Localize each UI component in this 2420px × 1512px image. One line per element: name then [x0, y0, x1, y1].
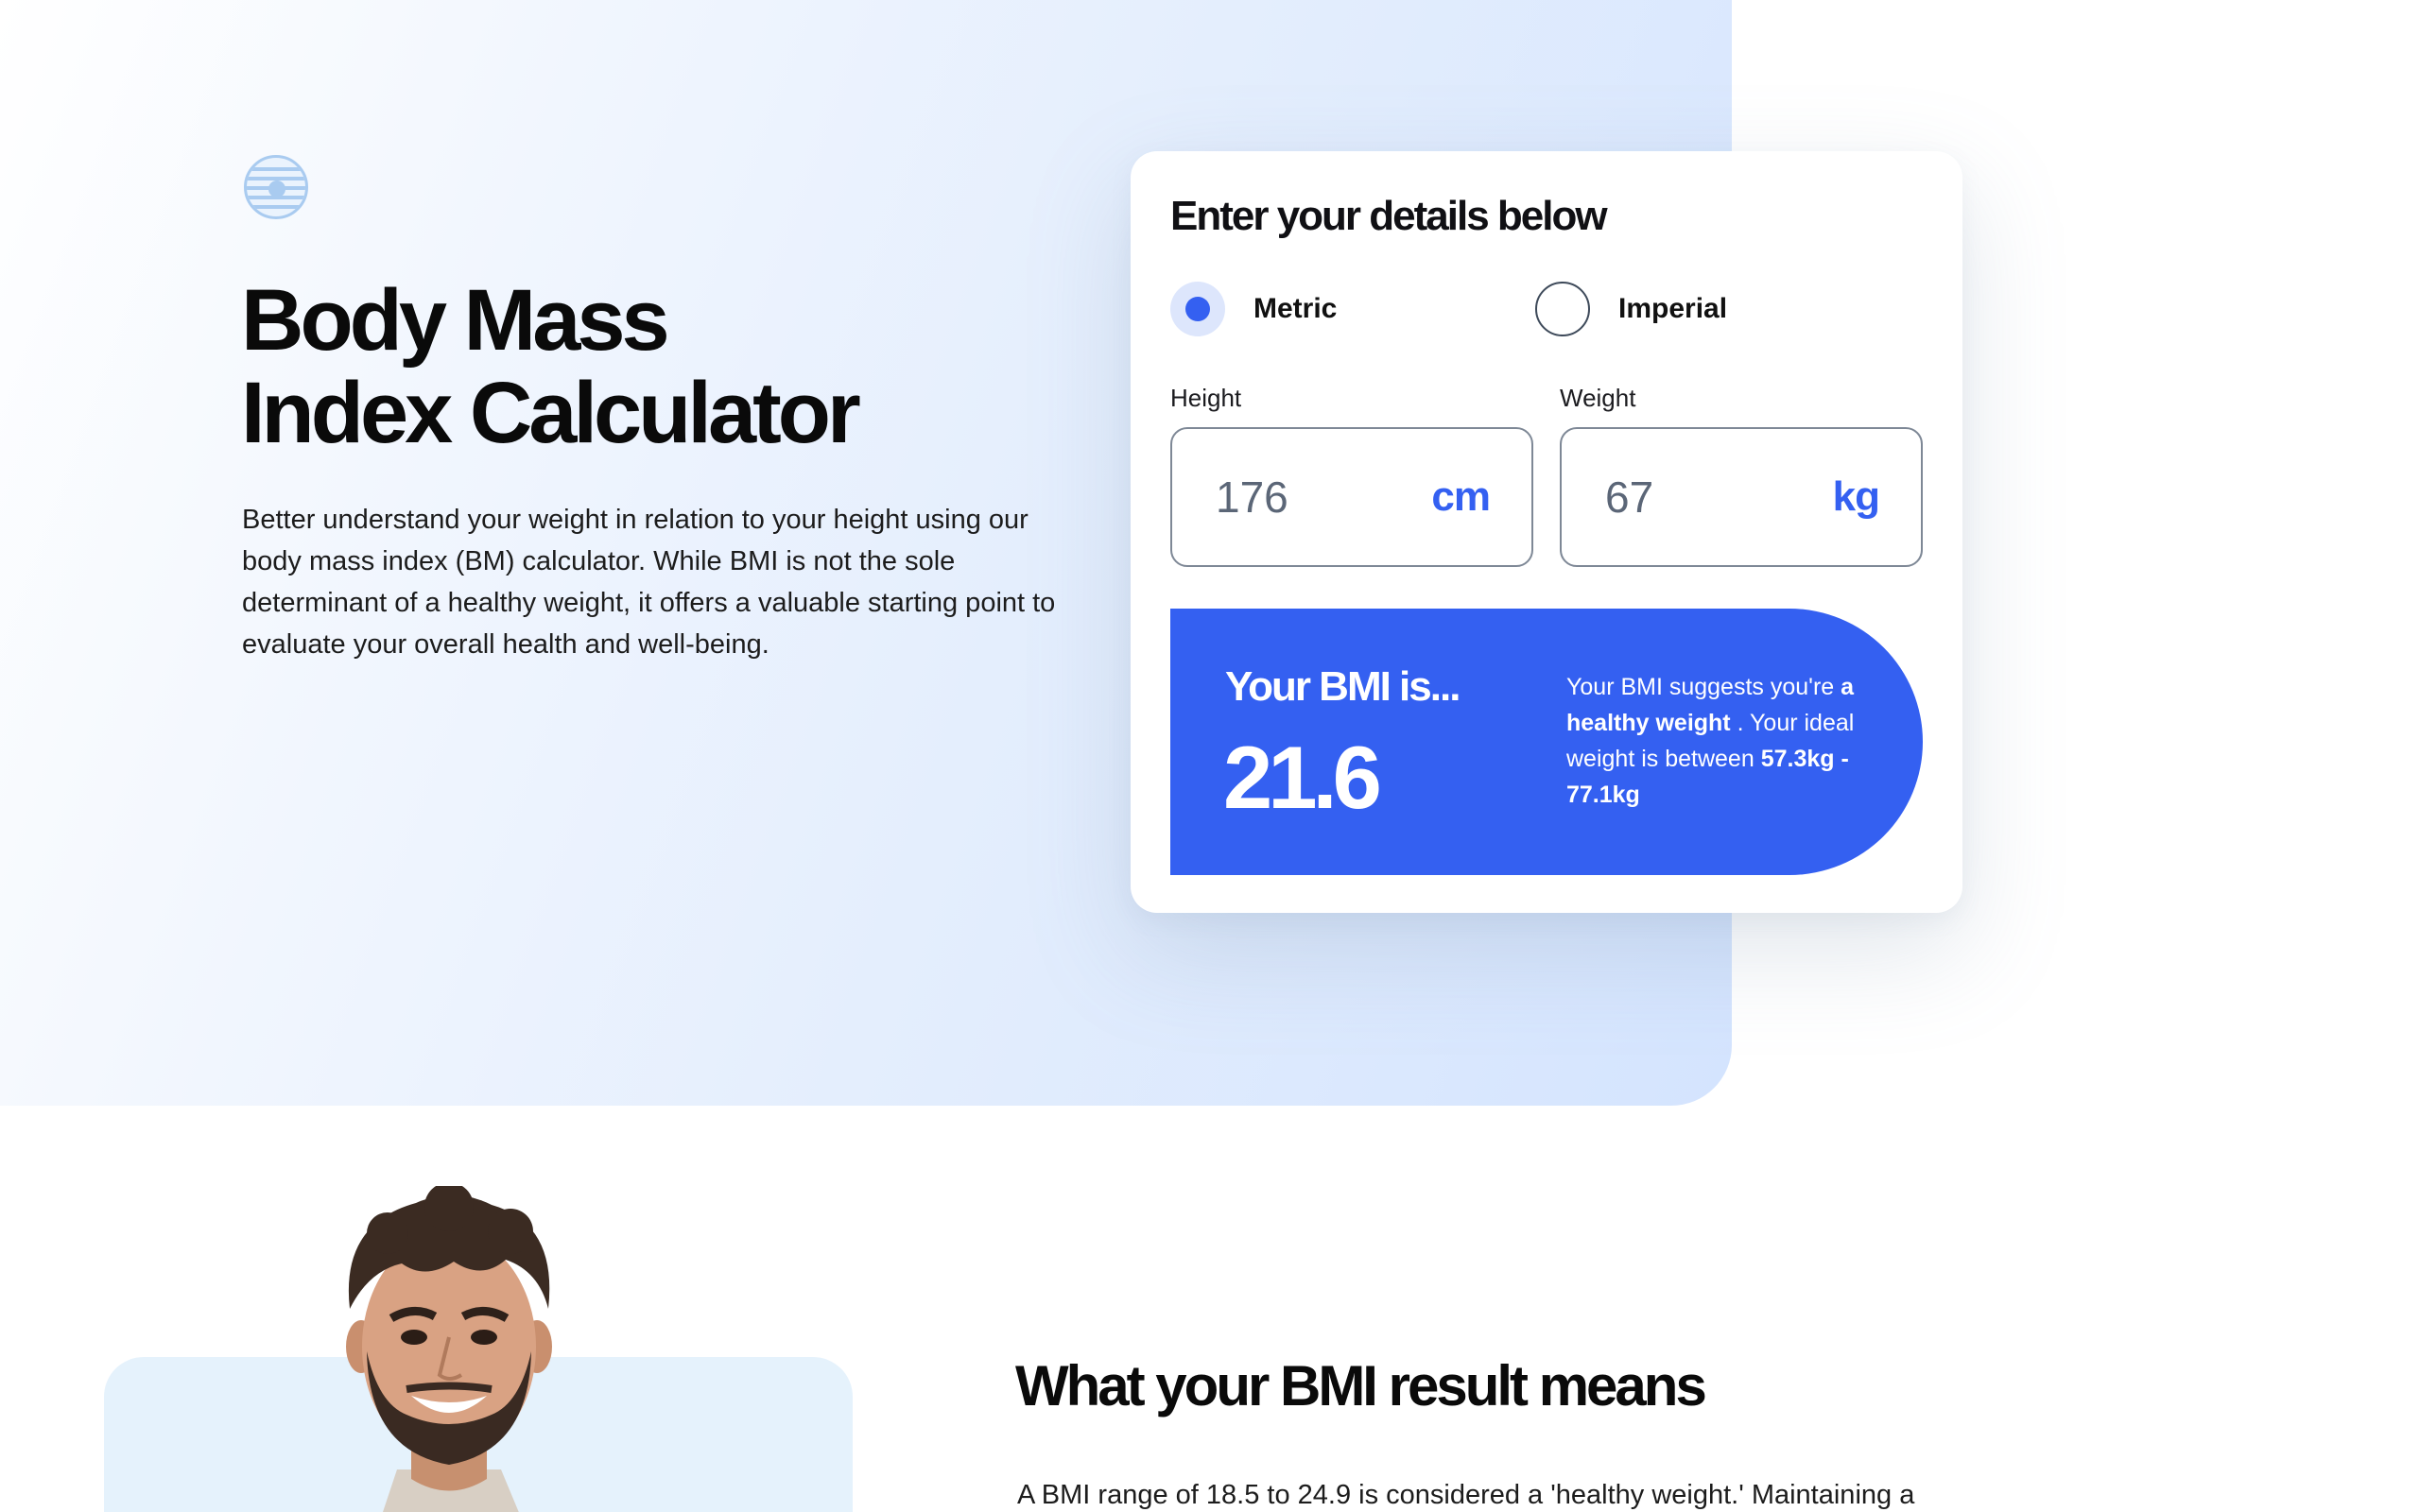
- bmi-calculator-card: Enter your details below Metric Imperial…: [1131, 151, 1962, 913]
- page: Body Mass Index Calculator Better unders…: [0, 0, 2420, 1512]
- bmi-result-heading: Your BMI is...: [1225, 663, 1461, 710]
- page-title-line-2: Index Calculator: [241, 365, 861, 461]
- weight-input-value[interactable]: 67: [1605, 472, 1653, 523]
- hero-description: Better understand your weight in relatio…: [242, 505, 1056, 660]
- imperial-radio-button[interactable]: [1535, 282, 1590, 336]
- bmi-result-panel: Your BMI is... 21.6 Your BMI suggests yo…: [1170, 609, 1923, 875]
- metric-radio-button[interactable]: [1170, 282, 1225, 336]
- metric-radio-label: Metric: [1253, 293, 1338, 324]
- weight-input[interactable]: 67 kg: [1560, 427, 1923, 567]
- height-input[interactable]: 176 cm: [1170, 427, 1533, 567]
- weight-unit: kg: [1832, 473, 1880, 520]
- bmi-result-value: 21.6: [1223, 728, 1382, 827]
- height-unit: cm: [1431, 473, 1491, 520]
- unit-selector: Metric Imperial: [1170, 282, 1927, 338]
- calculator-title: Enter your details below: [1170, 193, 1608, 239]
- person-photo: [346, 1186, 552, 1512]
- imperial-radio-label: Imperial: [1618, 293, 1728, 324]
- page-title-line-1: Body Mass: [241, 272, 670, 369]
- bmi-result-text-prefix: Your BMI suggests you're: [1566, 674, 1835, 700]
- height-label: Height: [1170, 384, 1242, 412]
- bmi-meaning-description: A BMI range of 18.5 to 24.9 is considere…: [1017, 1480, 1915, 1510]
- logo-icon: [244, 155, 308, 219]
- imperial-radio-option[interactable]: Imperial: [1535, 282, 1727, 336]
- bmi-result-explanation: Your BMI suggests you're a healthy weigh…: [1566, 669, 1888, 813]
- page-title: Body Mass Index Calculator: [241, 272, 861, 461]
- metric-radio-option[interactable]: Metric: [1170, 282, 1337, 336]
- height-input-value[interactable]: 176: [1216, 472, 1288, 523]
- weight-label: Weight: [1560, 384, 1636, 412]
- radio-checked-dot: [1185, 297, 1210, 321]
- bmi-meaning-title: What your BMI result means: [1015, 1354, 1707, 1418]
